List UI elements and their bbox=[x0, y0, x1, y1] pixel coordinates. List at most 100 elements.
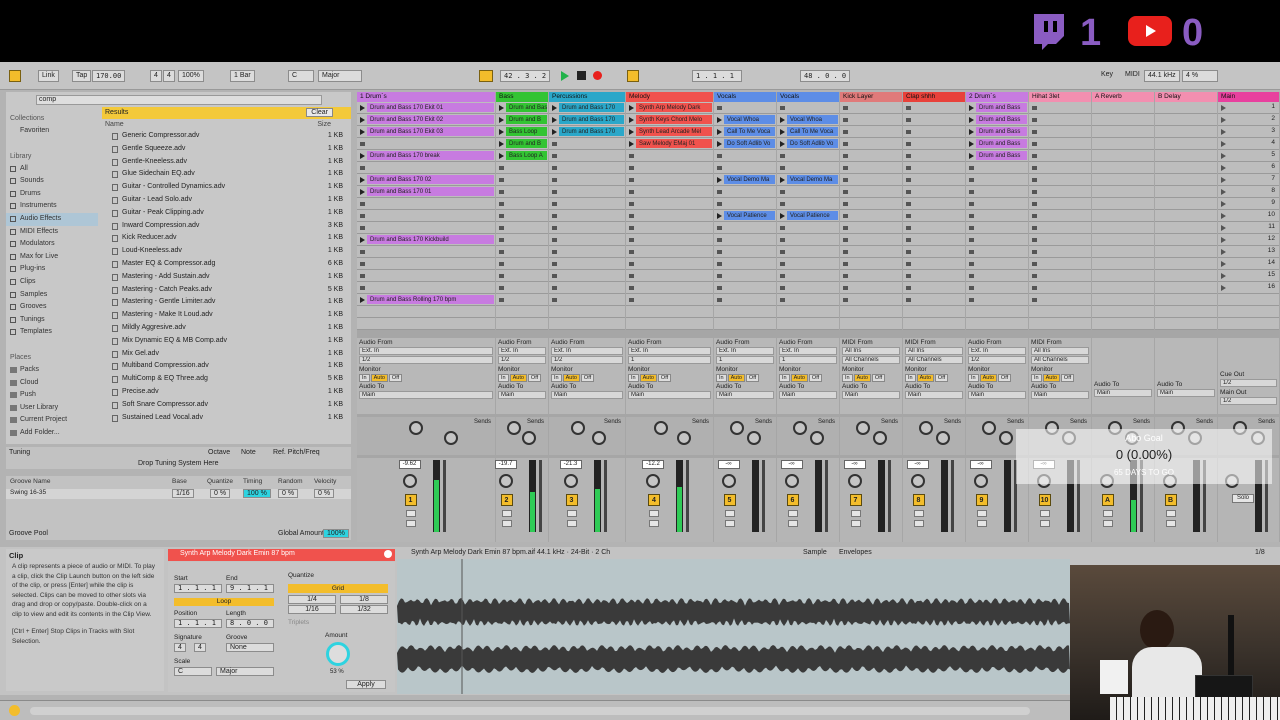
clip-stop-icon[interactable] bbox=[906, 262, 911, 266]
clip-stop-icon[interactable] bbox=[969, 178, 974, 182]
input-channel-select[interactable]: 1 bbox=[716, 356, 774, 364]
clip-stop-icon[interactable] bbox=[629, 298, 634, 302]
clip-slot[interactable] bbox=[1029, 282, 1091, 294]
clip-stop-icon[interactable] bbox=[843, 190, 848, 194]
clip-slot[interactable] bbox=[357, 210, 495, 222]
clip-slot[interactable]: Vocal Demo Ma bbox=[714, 174, 776, 186]
clip-slot[interactable] bbox=[549, 282, 625, 294]
clip-slot[interactable] bbox=[1155, 162, 1217, 174]
clip-launch-icon[interactable] bbox=[360, 117, 365, 123]
cue-out-select[interactable]: 1/2 bbox=[1220, 379, 1277, 387]
clip[interactable]: Drum and Bass 170 bbox=[559, 103, 624, 112]
clip-slot[interactable] bbox=[1029, 186, 1091, 198]
position-value[interactable]: 1 . 1 . 1 bbox=[174, 619, 222, 628]
clip-stop-icon[interactable] bbox=[552, 166, 557, 170]
clip-stop-icon[interactable] bbox=[906, 166, 911, 170]
monitor-auto-button[interactable]: Auto bbox=[790, 374, 808, 382]
clip-stop-icon[interactable] bbox=[780, 154, 785, 158]
key-select[interactable]: C bbox=[288, 70, 314, 82]
clip-slot[interactable] bbox=[626, 294, 713, 306]
result-item[interactable]: MultiComp & EQ Three.adg 5 KB bbox=[102, 373, 351, 386]
clip-stop-icon[interactable] bbox=[780, 106, 785, 110]
clip-slot[interactable] bbox=[840, 102, 902, 114]
groove-select[interactable]: None bbox=[226, 643, 274, 652]
clip-stop-icon[interactable] bbox=[843, 118, 848, 122]
clip-slot[interactable] bbox=[1155, 210, 1217, 222]
clip-slot[interactable] bbox=[903, 318, 965, 330]
monitor-in-button[interactable]: In bbox=[842, 374, 853, 382]
input-channel-select[interactable]: 1 bbox=[779, 356, 837, 364]
clip-slot[interactable] bbox=[840, 222, 902, 234]
output-select[interactable]: Main bbox=[1031, 391, 1089, 399]
clip-stop-icon[interactable] bbox=[906, 202, 911, 206]
clip-slot[interactable] bbox=[840, 210, 902, 222]
output-select[interactable]: Main bbox=[1157, 389, 1215, 397]
clip-slot[interactable] bbox=[496, 186, 548, 198]
clip-slot[interactable] bbox=[549, 174, 625, 186]
result-item[interactable]: Mastering - Make It Loud.adv 1 KB bbox=[102, 309, 351, 322]
clip-slot[interactable] bbox=[714, 306, 776, 318]
clip-slot[interactable] bbox=[903, 138, 965, 150]
clip-slot[interactable]: Drum and Bass bbox=[966, 114, 1028, 126]
send-a-knob[interactable] bbox=[571, 421, 586, 435]
clip-slot[interactable] bbox=[549, 294, 625, 306]
clip-slot[interactable]: Drum and Bass 170 Ekit 03 bbox=[357, 126, 495, 138]
tab-envelopes[interactable]: Envelopes bbox=[839, 549, 872, 556]
clip-slot[interactable] bbox=[626, 162, 713, 174]
clip-slot[interactable] bbox=[966, 294, 1028, 306]
clip-slot[interactable] bbox=[777, 282, 839, 294]
clip-stop-icon[interactable] bbox=[1032, 178, 1037, 182]
clip-stop-icon[interactable] bbox=[717, 166, 722, 170]
send-b-knob[interactable] bbox=[592, 431, 607, 445]
track-activator-button[interactable]: 1 bbox=[404, 494, 417, 506]
result-item[interactable]: Glue Sidechain EQ.adv 1 KB bbox=[102, 168, 351, 181]
tempo-field[interactable]: 170.00 bbox=[92, 70, 126, 82]
global-amount-value[interactable]: 100% bbox=[323, 529, 349, 538]
sidebar-item-drums[interactable]: Drums bbox=[6, 188, 98, 201]
clip-slot[interactable] bbox=[1155, 318, 1217, 330]
clip-stop-icon[interactable] bbox=[552, 190, 557, 194]
clip-launch-icon[interactable] bbox=[969, 105, 974, 111]
loop-start[interactable]: 1 . 1 . 1 bbox=[692, 70, 742, 82]
clip-launch-icon[interactable] bbox=[717, 129, 722, 135]
clip-slot[interactable]: Vocal Demo Ma bbox=[777, 174, 839, 186]
clip[interactable]: Drum and Bass bbox=[506, 103, 547, 112]
clip-slot[interactable] bbox=[1092, 150, 1154, 162]
clip[interactable]: Drum and Bass 170 break bbox=[367, 151, 494, 160]
clip-slot[interactable] bbox=[626, 318, 713, 330]
clip-stop-icon[interactable] bbox=[717, 250, 722, 254]
arm-button[interactable] bbox=[850, 520, 861, 527]
result-item[interactable]: Mildly Aggresive.adv 1 KB bbox=[102, 322, 351, 335]
clip-stop-icon[interactable] bbox=[1032, 106, 1037, 110]
clip-slot[interactable] bbox=[1155, 186, 1217, 198]
clip-stop-icon[interactable] bbox=[843, 262, 848, 266]
clip-slot[interactable] bbox=[357, 138, 495, 150]
clip-slot[interactable]: 7 bbox=[1218, 174, 1279, 186]
clip-slot[interactable] bbox=[626, 246, 713, 258]
clip-stop-icon[interactable] bbox=[843, 238, 848, 242]
monitor-auto-button[interactable]: Auto bbox=[916, 374, 934, 382]
send-a-knob[interactable] bbox=[729, 421, 744, 435]
groove-random[interactable]: 0 % bbox=[278, 489, 299, 498]
clip-stop-icon[interactable] bbox=[906, 298, 911, 302]
clip-slot[interactable] bbox=[1155, 222, 1217, 234]
clip-slot[interactable]: Drum and Bass Rolling 170 bpm bbox=[357, 294, 495, 306]
output-select[interactable]: Main bbox=[359, 391, 493, 399]
clip-stop-icon[interactable] bbox=[906, 238, 911, 242]
clip-stop-icon[interactable] bbox=[552, 274, 557, 278]
clip[interactable]: Drum and Bass 170 Ekit 01 bbox=[367, 103, 494, 112]
clip-stop-icon[interactable] bbox=[629, 286, 634, 290]
clip-slot[interactable] bbox=[966, 282, 1028, 294]
clip-slot[interactable] bbox=[549, 318, 625, 330]
monitor-in-button[interactable]: In bbox=[716, 374, 727, 382]
clip-slot[interactable] bbox=[903, 246, 965, 258]
scene-launch-icon[interactable] bbox=[1221, 165, 1226, 171]
solo-button[interactable] bbox=[566, 510, 577, 517]
clip-slot[interactable] bbox=[1029, 234, 1091, 246]
clip-stop-icon[interactable] bbox=[780, 238, 785, 242]
clip[interactable]: Drum and Bass bbox=[976, 139, 1027, 148]
clip-slot[interactable]: Drum and B bbox=[496, 138, 548, 150]
loop-length[interactable]: 48 . 0 . 0 bbox=[800, 70, 850, 82]
sidebar-item-midi-effects[interactable]: MIDI Effects bbox=[6, 226, 98, 239]
clip-slot[interactable] bbox=[840, 174, 902, 186]
